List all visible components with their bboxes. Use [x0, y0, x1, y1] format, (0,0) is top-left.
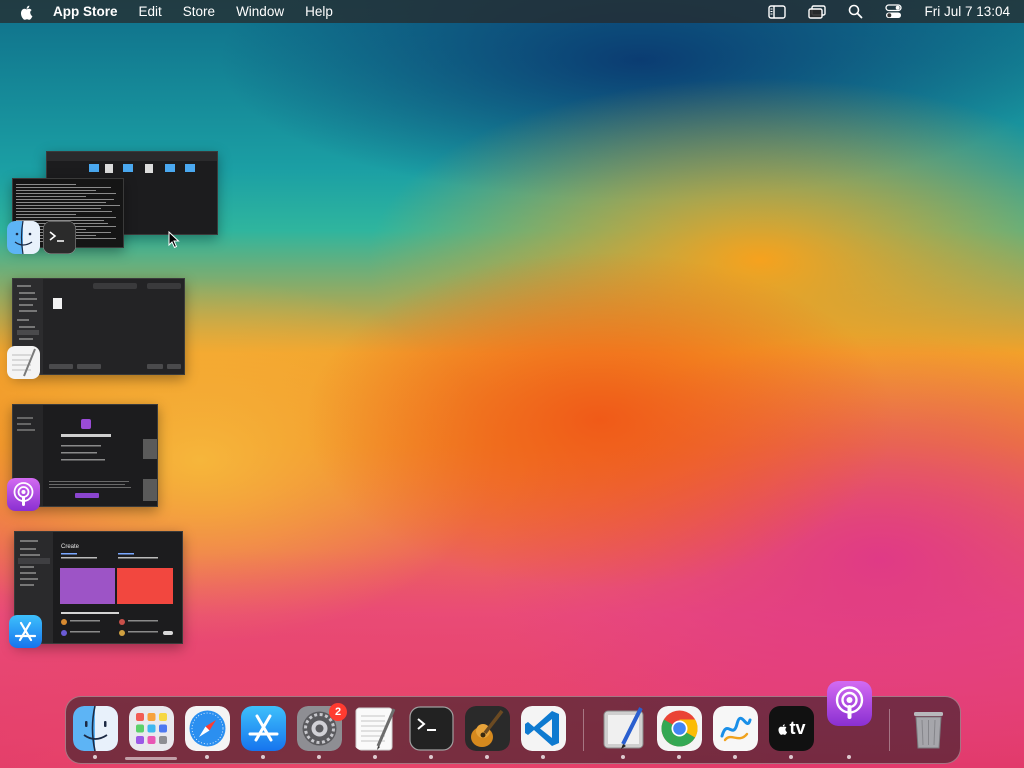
menu-window[interactable]: Window [236, 4, 284, 19]
terminal-icon[interactable] [409, 706, 454, 751]
running-indicator [205, 755, 209, 759]
mouse-cursor-icon [168, 231, 180, 249]
chrome-icon[interactable] [657, 706, 702, 751]
search-icon[interactable] [848, 4, 863, 19]
garageband-icon[interactable] [465, 706, 510, 751]
preview-icon[interactable] [601, 706, 646, 751]
running-indicator [429, 755, 433, 759]
running-indicator [847, 755, 851, 759]
menu-help[interactable]: Help [305, 4, 333, 19]
dock-scroll-indicator [125, 757, 177, 760]
menu-store[interactable]: Store [183, 4, 215, 19]
dock-separator [583, 709, 584, 751]
app-store-icon[interactable] [241, 706, 286, 751]
control-center-icon[interactable] [885, 4, 903, 19]
sidebar-icon[interactable] [768, 4, 787, 19]
menu-bar: App Store Edit Store Window Help Fri Jul… [0, 0, 1024, 23]
dock: 2 tv [65, 681, 961, 764]
finder-icon[interactable] [73, 706, 118, 751]
running-indicator [733, 755, 737, 759]
trash-icon[interactable] [906, 706, 951, 751]
podcasts-icon[interactable] [827, 681, 872, 726]
app-store-icon [9, 615, 42, 648]
running-indicator [677, 755, 681, 759]
textedit-icon[interactable] [353, 706, 398, 751]
launchpad-icon[interactable] [129, 706, 174, 751]
appletv-icon[interactable]: tv [769, 706, 814, 751]
podcasts-icon [7, 478, 40, 511]
menu-app-name[interactable]: App Store [53, 4, 118, 19]
notification-badge: 2 [329, 703, 347, 721]
terminal-icon [43, 221, 76, 254]
running-indicator [541, 755, 545, 759]
running-indicator [317, 755, 321, 759]
screen-mirroring-icon[interactable] [808, 4, 827, 19]
running-indicator [789, 755, 793, 759]
app-store-thumb-heading: Create [61, 544, 80, 550]
safari-icon[interactable] [185, 706, 230, 751]
apple-logo-icon [778, 723, 788, 735]
running-indicator [373, 755, 377, 759]
freeform-icon[interactable] [713, 706, 758, 751]
running-indicator [621, 755, 625, 759]
vscode-icon[interactable] [521, 706, 566, 751]
running-indicator [485, 755, 489, 759]
apple-menu-icon[interactable] [19, 4, 35, 20]
running-indicator [93, 755, 97, 759]
menu-edit[interactable]: Edit [139, 4, 162, 19]
textedit-icon [7, 346, 40, 379]
finder-icon [7, 221, 40, 254]
appletv-label: tv [789, 718, 806, 738]
running-indicator [261, 755, 265, 759]
menubar-clock[interactable]: Fri Jul 7 13:04 [924, 4, 1010, 19]
dock-separator [889, 709, 890, 751]
